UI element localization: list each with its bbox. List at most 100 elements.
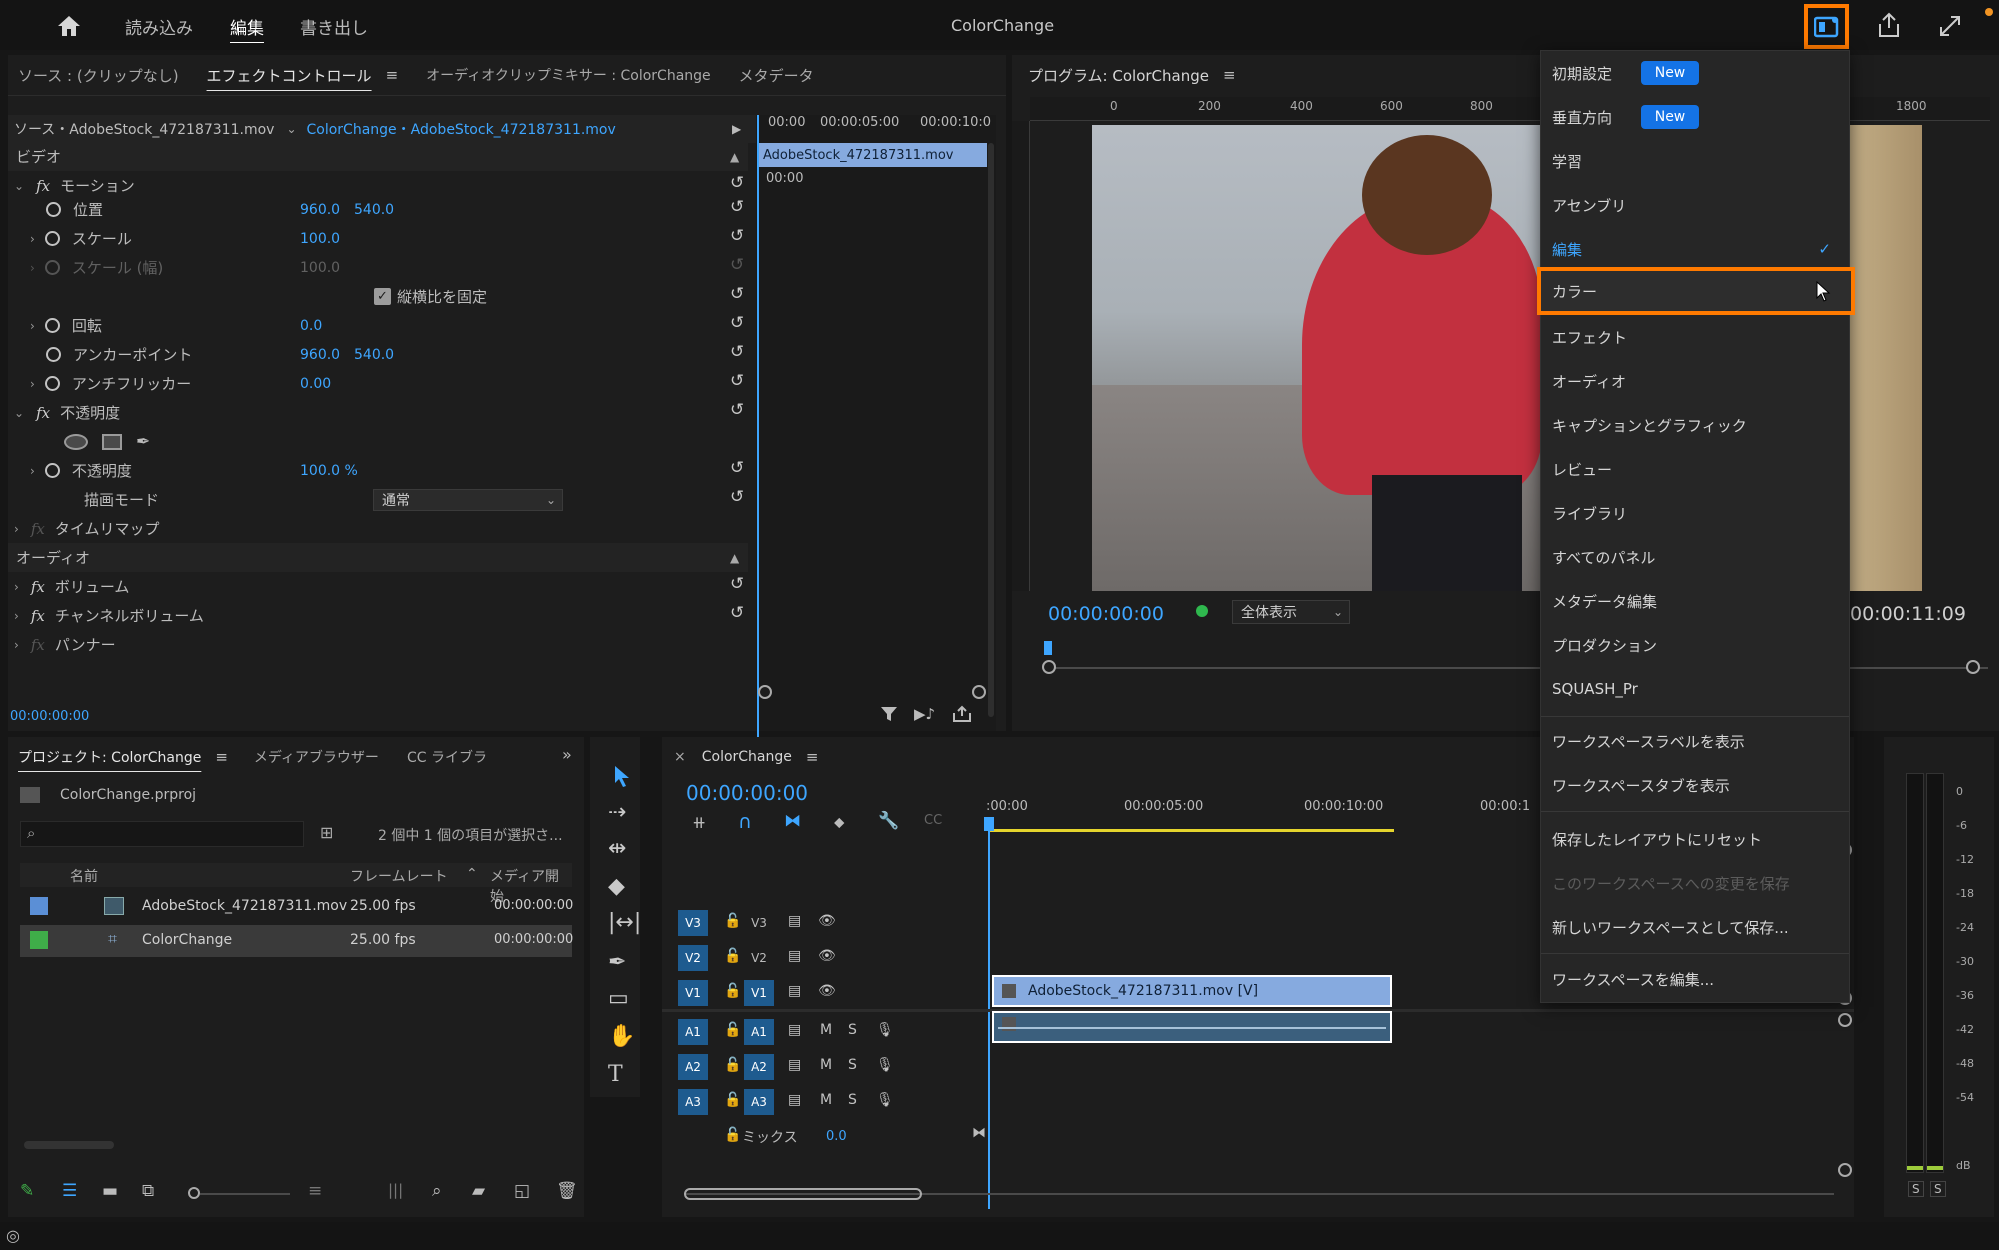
meter-solo-right[interactable]: S (1930, 1181, 1946, 1197)
tab-audio-clip-mixer[interactable]: オーディオクリップミキサー : ColorChange (426, 65, 711, 85)
new-bin-from-search-icon[interactable]: ⊞ (320, 823, 333, 842)
sort-icons-icon[interactable]: ≡ (308, 1181, 322, 1201)
sort-icon[interactable]: ⌃ (466, 866, 478, 882)
insert-nest-icon[interactable]: ⧺ (692, 813, 706, 833)
timeline-timecode[interactable]: 00:00:00:00 (686, 781, 808, 805)
stopwatch-icon[interactable] (46, 202, 61, 217)
zoom-slider-handle[interactable] (188, 1187, 200, 1199)
track-select-tool-icon[interactable]: ⇢ (608, 800, 626, 825)
nav-import[interactable]: 読み込み (125, 14, 193, 39)
opacity-value[interactable]: 100.0 % (300, 463, 358, 479)
microphone-icon[interactable]: 🎙 (876, 1092, 894, 1108)
nav-edit[interactable]: 編集 (230, 14, 264, 39)
solo-button[interactable]: S (848, 1057, 857, 1073)
reset-icon[interactable]: ↺ (730, 313, 744, 333)
clip-label[interactable]: ColorChange・AdobeStock_472187311.mov (307, 119, 616, 139)
track-target-a2[interactable]: A2 (678, 1054, 708, 1080)
effect-volume[interactable]: › fx ボリューム (8, 572, 129, 601)
tab-effect-controls[interactable]: エフェクトコントロール (207, 65, 372, 86)
ripple-edit-tool-icon[interactable]: ⇹ (608, 836, 626, 861)
label-color-swatch[interactable] (30, 931, 48, 949)
reset-icon[interactable]: ↺ (730, 197, 744, 217)
sync-lock-icon[interactable]: ▤ (788, 913, 801, 929)
stopwatch-icon[interactable] (44, 463, 60, 478)
freeform-view-icon[interactable]: ⧉ (142, 1181, 154, 1201)
menu-item-vertical[interactable]: 垂直方向 New (1541, 95, 1849, 139)
chevron-right-icon[interactable]: › (30, 377, 35, 391)
reset-icon[interactable]: ↺ (730, 400, 744, 420)
chevron-right-icon[interactable]: › (30, 232, 35, 246)
chevron-right-icon[interactable]: › (14, 522, 19, 536)
share-icon[interactable] (1877, 12, 1901, 38)
track-source-v1[interactable]: V1 (744, 980, 774, 1006)
lock-icon[interactable]: 🔓 (724, 1022, 741, 1038)
mute-button[interactable]: M (820, 1092, 832, 1108)
menu-item-effects[interactable]: エフェクト (1541, 315, 1849, 359)
fx-icon[interactable]: fx (31, 607, 45, 625)
sync-lock-icon[interactable]: ▤ (788, 1022, 801, 1038)
program-playhead[interactable] (1044, 641, 1052, 655)
track-source-a2[interactable]: A2 (744, 1054, 774, 1080)
audio-clip[interactable] (992, 1011, 1392, 1043)
panel-menu-icon[interactable]: ≡ (1223, 66, 1236, 84)
rectangle-tool-icon[interactable]: ▭ (608, 986, 629, 1011)
icon-view-icon[interactable]: ▬ (102, 1181, 118, 1201)
fx-icon[interactable]: fx (31, 578, 45, 596)
menu-item-metadata[interactable]: メタデータ編集 (1541, 579, 1849, 623)
chevron-down-icon[interactable]: ⌄ (286, 122, 296, 136)
play-icon[interactable]: ▶ (732, 122, 741, 136)
label-color-swatch[interactable] (30, 897, 48, 915)
menu-item-show-labels[interactable]: ワークスペースラベルを表示 (1541, 719, 1849, 763)
tab-sequence[interactable]: ColorChange (702, 749, 792, 765)
new-item-icon[interactable]: ◱ (514, 1181, 530, 1201)
chevron-right-icon[interactable]: › (30, 464, 35, 478)
menu-item-libraries[interactable]: ライブラリ (1541, 491, 1849, 535)
project-row[interactable]: AdobeStock_472187311.mov 25.00 fps 00:00… (20, 891, 573, 923)
track-source-v3[interactable]: V3 (744, 910, 774, 936)
microphone-icon[interactable]: 🎙 (876, 1057, 894, 1073)
render-status-icon[interactable]: ◎ (6, 1226, 20, 1245)
program-timecode[interactable]: 00:00:00:00 (1048, 603, 1164, 625)
lock-icon[interactable]: 🔓 (724, 1127, 741, 1143)
workspaces-button[interactable] (1804, 4, 1849, 49)
lock-icon[interactable]: 🔓 (724, 913, 741, 929)
list-view-icon[interactable]: ☰ (62, 1181, 77, 1201)
project-search-input[interactable]: ⌕ (20, 821, 304, 847)
chevron-down-icon[interactable]: ⌄ (14, 179, 24, 193)
program-zoom-left[interactable] (1042, 660, 1056, 674)
chevron-right-icon[interactable]: › (30, 319, 35, 333)
lock-icon[interactable]: 🔓 (724, 1057, 741, 1073)
chevron-right-icon[interactable]: › (14, 580, 19, 594)
sync-lock-icon[interactable]: ▤ (788, 948, 801, 964)
stopwatch-icon[interactable] (44, 231, 60, 246)
position-x[interactable]: 960.0 (300, 202, 340, 218)
write-protect-icon[interactable]: ✎ (20, 1181, 34, 1201)
effect-time-remap[interactable]: › fx タイムリマップ (8, 514, 160, 543)
effect-controls-timecode[interactable]: 00:00:00:00 (10, 709, 89, 724)
col-framerate[interactable]: フレームレート (350, 866, 448, 886)
project-h-scrollbar[interactable] (24, 1141, 114, 1149)
zoom-slider-track[interactable] (200, 1193, 290, 1195)
scale-value[interactable]: 100.0 (300, 231, 340, 247)
solo-button[interactable]: S (848, 1092, 857, 1108)
settings-wrench-icon[interactable]: 🔧 (878, 811, 899, 831)
track-target-a1[interactable]: A1 (678, 1019, 708, 1045)
tab-source[interactable]: ソース : (クリップなし) (18, 65, 179, 86)
fx-icon[interactable]: fx (36, 404, 50, 422)
collapse-icon[interactable]: ▲ (730, 150, 739, 164)
razor-tool-icon[interactable]: ◆ (608, 874, 625, 899)
anchor-x[interactable]: 960.0 (300, 347, 340, 363)
fx-icon[interactable]: fx (36, 177, 50, 195)
menu-item-captions[interactable]: キャプションとグラフィック (1541, 403, 1849, 447)
rectangle-mask-icon[interactable] (102, 433, 122, 450)
slip-tool-icon[interactable]: |↔| (608, 910, 641, 935)
automate-to-sequence-icon[interactable]: ||| (388, 1181, 403, 1199)
menu-item-edit-workspaces[interactable]: ワークスペースを編集... (1541, 957, 1849, 1001)
rotation-value[interactable]: 0.0 (300, 318, 322, 334)
stopwatch-icon[interactable] (46, 347, 61, 362)
playhead-grip[interactable] (984, 817, 994, 831)
track-target-a3[interactable]: A3 (678, 1089, 708, 1115)
sync-lock-icon[interactable]: ▤ (788, 983, 801, 999)
tab-project[interactable]: プロジェクト: ColorChange (18, 747, 201, 767)
type-tool-icon[interactable]: T (608, 1062, 623, 1087)
